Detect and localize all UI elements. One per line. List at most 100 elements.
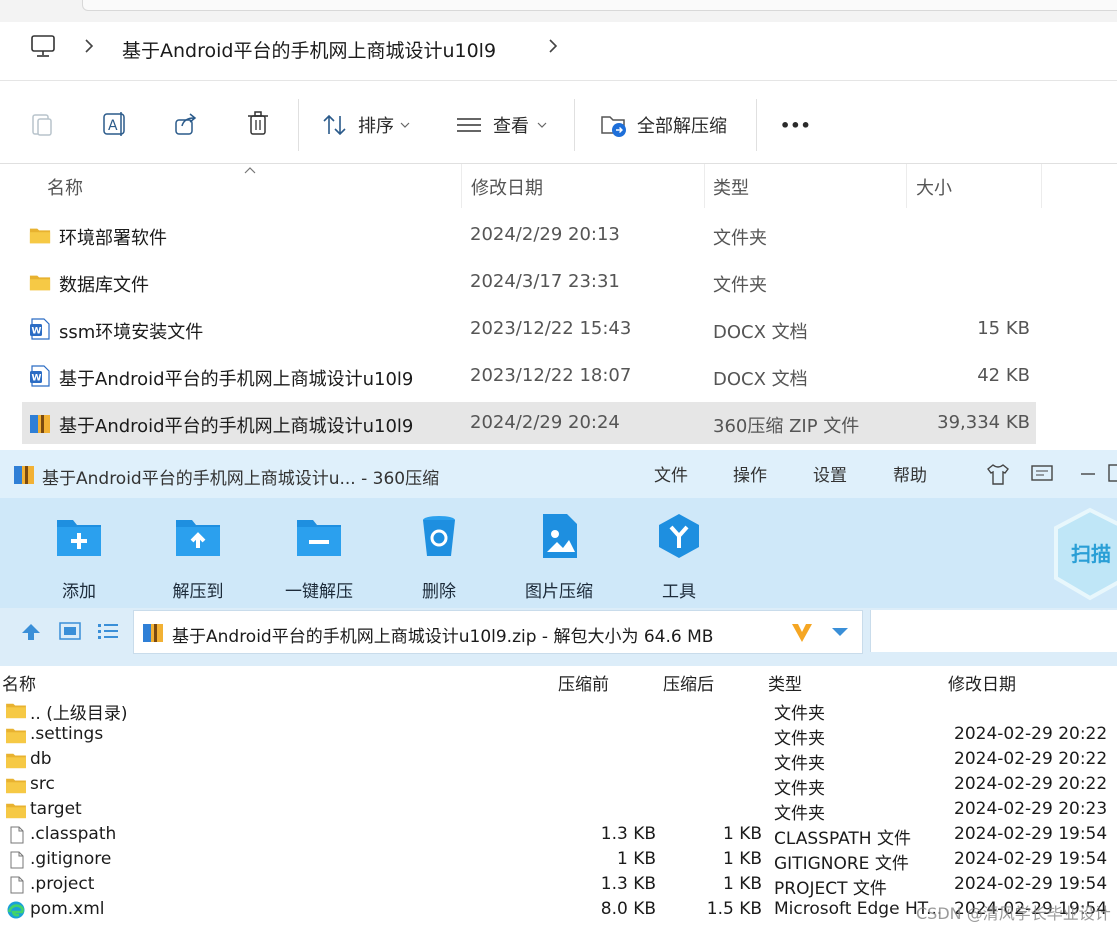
- zip-entry-row[interactable]: .classpath 1.3 KB 1 KB CLASSPATH 文件 2024-02-…: [0, 823, 1117, 849]
- extract-folder-icon: [176, 520, 220, 556]
- share-icon[interactable]: [174, 111, 200, 137]
- one-click-extract-button[interactable]: 一键解压: [264, 512, 374, 602]
- minimize-icon[interactable]: [1080, 472, 1096, 476]
- up-arrow-icon[interactable]: [20, 622, 42, 642]
- archive-path-field[interactable]: 基于Android平台的手机网上商城设计u10l9.zip - 解包大小为 64…: [133, 610, 863, 654]
- menu-help[interactable]: 帮助: [893, 461, 927, 486]
- add-label: 添加: [62, 582, 96, 602]
- search-field[interactable]: [870, 610, 1117, 652]
- entry-type: 文件夹: [774, 804, 825, 824]
- sort-button[interactable]: 排序: [322, 109, 410, 141]
- folder-icon: [29, 224, 51, 246]
- extract-to-button[interactable]: 解压到: [143, 512, 253, 602]
- zip-entry-row[interactable]: .. (上级目录) 文件夹: [0, 698, 1117, 724]
- toolbar-divider: [756, 99, 757, 151]
- zip-column-name[interactable]: 名称: [2, 670, 36, 695]
- entry-name: .gitignore: [30, 849, 112, 869]
- maximize-icon[interactable]: [1108, 464, 1117, 482]
- image-compress-icon: [543, 514, 577, 558]
- file-name: ssm环境安装文件: [59, 322, 204, 343]
- entry-name: target: [30, 799, 82, 819]
- chevron-right-icon[interactable]: [84, 39, 94, 53]
- svg-text:W: W: [32, 374, 42, 384]
- file-row[interactable]: W 基于Android平台的手机网上商城设计u10l9 2023/12/22 18:…: [22, 355, 1036, 397]
- zip-column-type[interactable]: 类型: [768, 670, 802, 695]
- file-type: 文件夹: [713, 275, 767, 296]
- extract-all-label: 全部解压缩: [637, 116, 727, 137]
- column-type[interactable]: 类型: [713, 174, 749, 200]
- file-row[interactable]: 环境部署软件 2024/2/29 20:13 文件夹: [22, 214, 1036, 256]
- image-compress-label: 图片压缩: [525, 582, 593, 602]
- sort-label: 排序: [358, 116, 394, 137]
- add-button[interactable]: 添加: [24, 512, 134, 602]
- zip-entry-row[interactable]: db 文件夹 2024-02-29 20:22: [0, 748, 1117, 774]
- sort-icon: [323, 114, 346, 136]
- one-click-extract-icon: [297, 520, 341, 556]
- folder-icon: [29, 271, 51, 293]
- entry-type: GITIGNORE 文件: [774, 854, 909, 874]
- file-size: 15 KB: [977, 318, 1030, 339]
- entry-name: db: [30, 749, 52, 769]
- extract-all-button[interactable]: 全部解压缩: [600, 109, 727, 141]
- column-size[interactable]: 大小: [916, 174, 952, 200]
- zip-column-pre[interactable]: 压缩前: [558, 670, 609, 695]
- zip-column-post[interactable]: 压缩后: [663, 670, 714, 695]
- thumbnail-view-icon[interactable]: [59, 622, 81, 640]
- entry-size-after: 1 KB: [722, 874, 762, 894]
- file-row[interactable]: Wssm环境安装文件 2023/12/22 15:43 DOCX 文档 15 KB: [22, 308, 1036, 350]
- entry-type: 文件夹: [774, 729, 825, 749]
- chevron-right-icon[interactable]: [548, 39, 558, 53]
- column-date[interactable]: 修改日期: [471, 174, 543, 200]
- file-icon: [4, 876, 28, 894]
- zip-archive-icon: [29, 412, 51, 434]
- view-label: 查看: [493, 116, 529, 137]
- menu-operate[interactable]: 操作: [733, 461, 767, 486]
- zip-entry-row[interactable]: .settings 文件夹 2024-02-29 20:22: [0, 723, 1117, 749]
- zip-column-date[interactable]: 修改日期: [948, 670, 1016, 695]
- sort-ascending-icon: [244, 167, 256, 174]
- rename-icon[interactable]: A: [102, 111, 128, 137]
- view-button[interactable]: 查看: [456, 109, 547, 141]
- one-click-extract-label: 一键解压: [285, 582, 353, 602]
- entry-size-before: 1.3 KB: [600, 824, 656, 844]
- scan-label[interactable]: 扫描: [1071, 538, 1111, 567]
- delete-icon[interactable]: [246, 111, 270, 137]
- breadcrumb-current-folder[interactable]: 基于Android平台的手机网上商城设计u10l9: [122, 36, 496, 63]
- tools-button[interactable]: 工具: [624, 512, 734, 602]
- tools-label: 工具: [662, 582, 696, 602]
- extract-folder-icon: [601, 116, 626, 137]
- entry-name: pom.xml: [30, 899, 105, 919]
- zip-entry-row[interactable]: .gitignore 1 KB 1 KB GITIGNORE 文件 2024-02-29…: [0, 848, 1117, 874]
- vip-v-icon[interactable]: [790, 622, 814, 644]
- entry-name: .settings: [30, 724, 104, 744]
- zip-entry-row[interactable]: src 文件夹 2024-02-29 20:22: [0, 773, 1117, 799]
- feedback-icon[interactable]: [1030, 464, 1054, 484]
- zip-entry-row[interactable]: .project 1.3 KB 1 KB PROJECT 文件 2024-02-29 1…: [0, 873, 1117, 899]
- delete-label: 删除: [422, 582, 456, 602]
- entry-date: 2024-02-29 19:54: [954, 824, 1108, 844]
- file-row[interactable]: 基于Android平台的手机网上商城设计u10l9 2024/2/29 20:24…: [22, 402, 1036, 444]
- column-name[interactable]: 名称: [47, 174, 83, 200]
- delete-button[interactable]: 删除: [384, 512, 494, 602]
- dropdown-arrow-icon[interactable]: [831, 627, 849, 637]
- entry-date: 2024-02-29 20:22: [954, 724, 1108, 744]
- image-compress-button[interactable]: 图片压缩: [504, 512, 614, 602]
- entry-name: .. (上级目录): [30, 704, 128, 724]
- list-view-icon[interactable]: [97, 622, 119, 640]
- file-row[interactable]: 数据库文件 2024/3/17 23:31 文件夹: [22, 261, 1036, 303]
- more-options-button[interactable]: •••: [780, 109, 811, 141]
- file-date: 2023/12/22 18:07: [470, 365, 632, 386]
- file-size: 39,334 KB: [937, 412, 1030, 433]
- zip-entry-row[interactable]: target 文件夹 2024-02-29 20:23: [0, 798, 1117, 824]
- folder-icon: [4, 701, 28, 719]
- address-bar[interactable]: 基于Android平台的手机网上商城设计u10l9: [0, 22, 1117, 80]
- menu-file[interactable]: 文件: [654, 461, 688, 486]
- computer-icon[interactable]: [31, 35, 55, 57]
- entry-name: .project: [30, 874, 95, 894]
- menu-settings[interactable]: 设置: [813, 461, 847, 486]
- paste-icon[interactable]: [30, 111, 54, 137]
- skin-shirt-icon[interactable]: [986, 463, 1010, 485]
- zip-address-bar: 基于Android平台的手机网上商城设计u10l9.zip - 解包大小为 64…: [0, 608, 1117, 666]
- entry-type: 文件夹: [774, 754, 825, 774]
- entry-type: CLASSPATH 文件: [774, 829, 911, 849]
